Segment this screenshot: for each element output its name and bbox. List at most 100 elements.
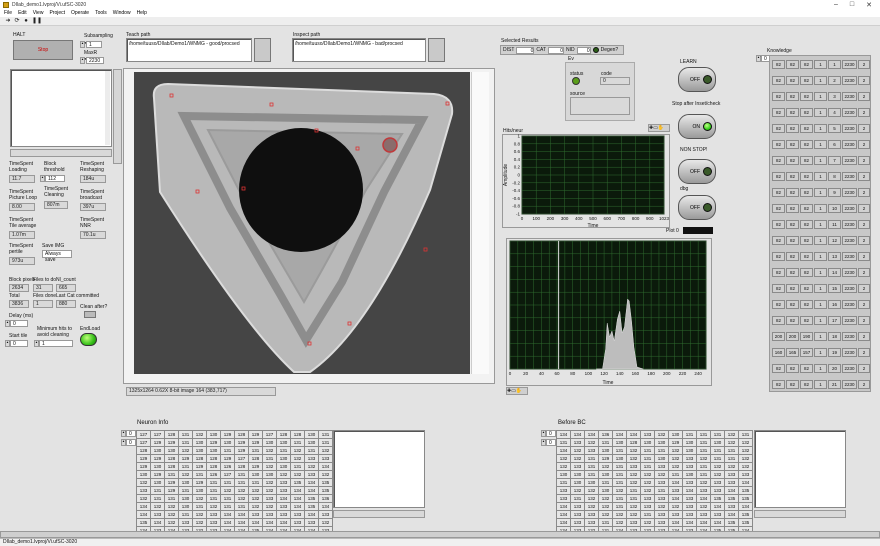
before-bc-cell: 131 [696, 446, 711, 455]
inspect-path-field[interactable]: /home/tuuso/DIlab/Demo1/WNMG - bad/procs… [292, 38, 426, 62]
before-bc-row: 134 133 132 132 131 132 133 132 132 133 132 134 133 1… [556, 502, 753, 511]
neuron-info-cell: 132 [248, 502, 263, 511]
menu-tools[interactable]: Tools [95, 10, 107, 16]
before-bc-cell: 132 [598, 510, 613, 519]
clean-after-toggle[interactable] [84, 311, 96, 318]
teach-path-browse-button[interactable] [254, 38, 271, 62]
before-bc-cell: 130 [654, 454, 669, 463]
close-icon[interactable]: ✕ [866, 1, 872, 9]
menu-help[interactable]: Help [137, 10, 147, 16]
menu-project[interactable]: Project [49, 10, 65, 16]
learn-button[interactable]: OFF [678, 67, 716, 92]
teach-path-field[interactable]: /home/tuuso/DIlab/Demo1/WNMG - good/proc… [126, 38, 252, 62]
before-bc-cell: 133 [570, 518, 585, 527]
knowledge-cell: 2230 [842, 140, 857, 149]
before-bc-cell: 133 [668, 486, 683, 495]
image-vertical-scrollbar[interactable] [471, 72, 489, 374]
before-bc-cell: 134 [738, 502, 753, 511]
before-bc-cell: 130 [682, 446, 697, 455]
neuron-info-cell: 132 [150, 502, 165, 511]
before-bc-textbox[interactable] [754, 430, 846, 508]
menu-operate[interactable]: Operate [71, 10, 89, 16]
plot0-legend-line[interactable] [683, 227, 713, 234]
before-bc-cell: 133 [696, 510, 711, 519]
subsampling-input[interactable]: 1 [86, 41, 102, 48]
neuron-idx0[interactable]: 0 [126, 430, 136, 437]
neuron-info-cell: 128 [164, 430, 179, 439]
neuron-info-textbox[interactable] [333, 430, 425, 508]
save-img-select[interactable]: Always save [42, 250, 72, 263]
dbg-button[interactable]: OFF [678, 195, 716, 220]
delay-input[interactable]: 0 [10, 320, 28, 327]
knowledge-cell: 1 [814, 76, 827, 85]
menu-view[interactable]: View [33, 10, 44, 16]
graph1-tool-palette[interactable]: ✚▭✋ [648, 124, 670, 132]
graph1-ytick: -0.2 [512, 180, 520, 185]
before-bc-cell: 130 [584, 478, 599, 487]
knowledge-cell: 2 [858, 92, 870, 101]
pause-icon[interactable]: ❚❚ [32, 18, 42, 24]
menu-window[interactable]: Window [113, 10, 131, 16]
log-textbox[interactable] [10, 69, 112, 147]
min-hits-label: Minimum hits to avoid cleaning [37, 326, 73, 338]
neuron-info-cell: 130 [304, 430, 319, 439]
app-icon [3, 1, 9, 8]
knowledge-cell: 82 [786, 156, 799, 165]
before-bc-cell: 131 [612, 470, 627, 479]
knowledge-cell: 2 [858, 332, 870, 341]
maxr-stepper[interactable]: ▲▼ [80, 57, 87, 64]
before-bc-cell: 134 [668, 478, 683, 487]
block-threshold-input[interactable]: 112 [45, 175, 65, 182]
hits-neur-graph[interactable]: 0 100 200 300 400 500 600 700 800 900 1023 1 0.8 0.6 0… [502, 134, 670, 228]
run-arrow-icon[interactable]: ➜ [5, 18, 11, 24]
before-bc-cell: 134 [668, 518, 683, 527]
before-bc-idx0[interactable]: 0 [546, 430, 556, 437]
inspect-path-browse-button[interactable] [428, 38, 445, 62]
knowledge-cell: 2 [858, 220, 870, 229]
subsampling-stepper[interactable]: ▲▼ [80, 41, 87, 48]
stop-button[interactable]: Stop [13, 40, 73, 60]
before-bc-cell: 131 [584, 470, 599, 479]
neuron-idx1[interactable]: 0 [126, 439, 136, 446]
before-bc-cell: 133 [570, 462, 585, 471]
neuron-info-cell: 134 [304, 510, 319, 519]
min-hits-input[interactable]: 1 [39, 340, 73, 347]
before-bc-cell: 134 [724, 510, 739, 519]
neuron-info-cell: 135 [304, 502, 319, 511]
status-bar: DIlab_demo1.lvproj/Vi.ufSC-3020 [0, 538, 880, 546]
insert-image[interactable] [134, 72, 470, 374]
graph1-xtick: 500 [589, 216, 597, 221]
before-bc-cell: 130 [598, 486, 613, 495]
timespent-picture-loop-label: TimeSpent Picture Loop [9, 189, 38, 201]
before-bc-cell: 131 [612, 494, 627, 503]
knowledge-cell: 2230 [842, 108, 857, 117]
knowledge-cell: 2 [858, 252, 870, 261]
maxr-input[interactable]: 2230 [86, 57, 104, 64]
neuron-info-cell: 128 [290, 430, 305, 439]
before-bc-cell: 132 [584, 438, 599, 447]
neuron-info-row: 135 134 132 133 132 133 134 134 134 134 134 133 133 1… [136, 518, 333, 527]
non-stop-button[interactable]: OFF [678, 159, 716, 184]
graph1-ytick: -0.4 [512, 188, 520, 193]
maximize-icon[interactable]: □ [850, 1, 854, 9]
before-bc-idx1[interactable]: 0 [546, 439, 556, 446]
graph2-tool-palette[interactable]: ✚▭✋ [506, 387, 528, 395]
abort-icon[interactable]: ● [23, 18, 29, 24]
menu-file[interactable]: File [4, 10, 12, 16]
run-continuous-icon[interactable]: ⟳ [14, 18, 20, 24]
stop-after-button[interactable]: ON [678, 114, 716, 139]
start-tile-input[interactable]: 0 [10, 340, 28, 347]
horizontal-scrollbar[interactable] [0, 531, 880, 538]
neuron-info-cell: 134 [234, 510, 249, 519]
neuron-info-row: 127 129 129 131 130 129 130 129 129 130 130 131 130 1… [136, 438, 333, 447]
neuron-info-cell: 135 [136, 518, 151, 527]
minimize-icon[interactable]: – [834, 1, 838, 9]
knowledge-cell: 82 [800, 140, 813, 149]
log-scrollbar[interactable] [105, 71, 110, 145]
menu-edit[interactable]: Edit [18, 10, 27, 16]
window-title: DIlab_demo1.lvproj/Vi.ufSC-3020 [12, 1, 87, 8]
histogram-graph[interactable]: 0 20 40 60 80 100 120 140 160 180 200 220 240 Time [506, 238, 712, 386]
knowledge-cell: 82 [786, 252, 799, 261]
knowledge-cell: 1 [814, 332, 827, 341]
graph1-xtick: 800 [632, 216, 640, 221]
